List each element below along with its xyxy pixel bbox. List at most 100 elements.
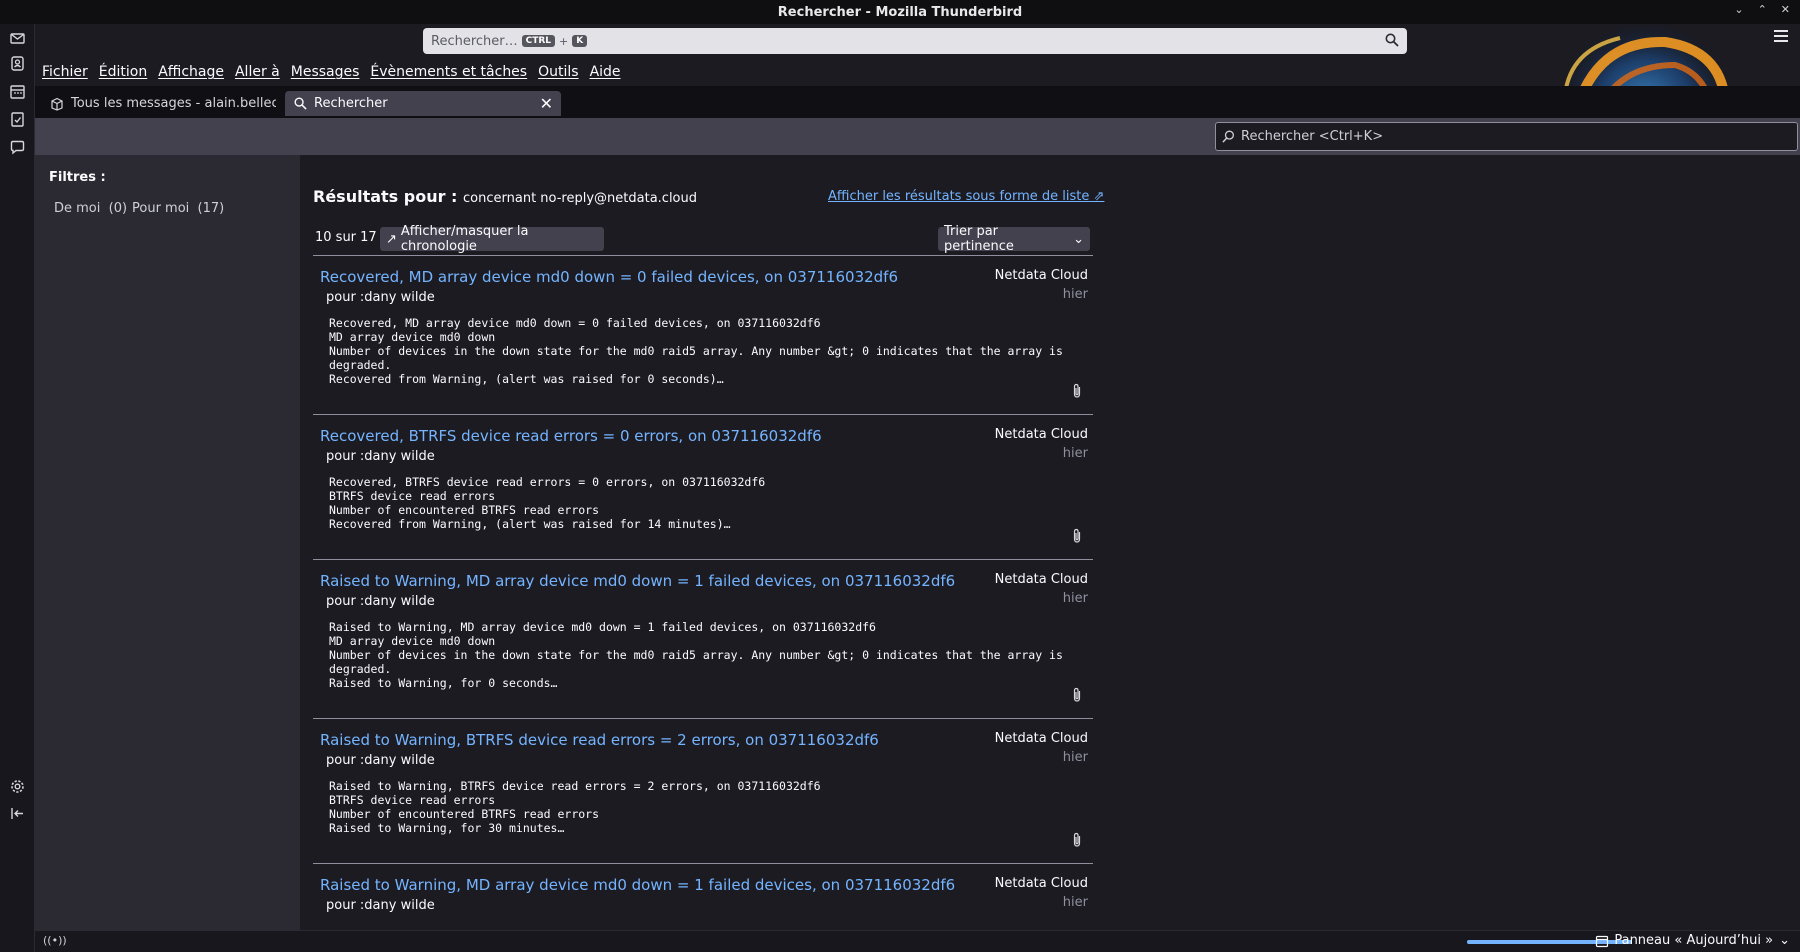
search-icon — [294, 97, 307, 110]
result-sender: Netdata Cloud — [994, 427, 1088, 442]
result-recipient: pour :dany wilde — [326, 898, 435, 913]
result-item[interactable]: Raised to Warning, MD array device md0 d… — [313, 863, 1093, 930]
result-date: hier — [1062, 287, 1088, 302]
result-recipient: pour :dany wilde — [326, 594, 435, 609]
local-search-input[interactable]: Rechercher <Ctrl+K> — [1215, 122, 1798, 151]
results-query: concernant no-reply@netdata.cloud — [463, 191, 697, 206]
search-results-pane: Résultats pour : concernant no-reply@net… — [300, 155, 1800, 930]
filter-to-me-count: (17) — [197, 201, 225, 216]
shortcut-key-ctrl: CTRL — [521, 35, 556, 47]
attachment-icon — [1071, 528, 1083, 544]
mail-icon[interactable] — [9, 30, 26, 47]
online-status-icon[interactable]: ((•)) — [43, 934, 67, 947]
result-item[interactable]: Raised to Warning, MD array device md0 d… — [313, 559, 1093, 718]
menu-outils[interactable]: Outils — [538, 64, 578, 80]
result-date: hier — [1062, 591, 1088, 606]
today-pane-toggle[interactable]: Panneau « Aujourd’hui » ⌄ — [1595, 933, 1790, 948]
close-tab-icon[interactable]: ✕ — [540, 94, 553, 113]
show-as-list-link[interactable]: Afficher les résultats sous forme de lis… — [828, 189, 1104, 204]
menu-aller-a[interactable]: Aller à — [235, 64, 280, 80]
local-search-placeholder: Rechercher <Ctrl+K> — [1241, 129, 1384, 144]
menubar: Fichier Édition Affichage Aller à Messag… — [35, 58, 632, 86]
menu-messages[interactable]: Messages — [291, 64, 360, 80]
app-menu-icon[interactable] — [1774, 30, 1788, 45]
menu-aide[interactable]: Aide — [590, 64, 621, 80]
result-subject[interactable]: Raised to Warning, MD array device md0 d… — [320, 876, 955, 894]
results-heading: Résultats pour : concernant no-reply@net… — [313, 187, 697, 206]
chevron-down-icon: ⌄ — [1779, 933, 1790, 948]
result-item[interactable]: Recovered, BTRFS device read errors = 0 … — [313, 414, 1093, 559]
filter-from-me[interactable]: De moi (0) — [54, 201, 127, 216]
attachment-icon — [1071, 832, 1083, 848]
attachment-icon — [1071, 687, 1083, 703]
minimize-icon[interactable]: ⌄ — [1734, 3, 1743, 16]
result-sender: Netdata Cloud — [994, 572, 1088, 587]
folder-box-icon — [50, 97, 64, 111]
sort-label: Trier par pertinence — [944, 224, 1014, 254]
maximize-icon[interactable]: ⌃ — [1758, 3, 1767, 16]
result-item[interactable]: Raised to Warning, BTRFS device read err… — [313, 718, 1093, 863]
attachment-icon — [1071, 383, 1083, 399]
show-as-list-label: Afficher les résultats sous forme de lis… — [828, 189, 1090, 204]
tab-search-label: Rechercher — [314, 96, 388, 111]
calendar-icon — [1595, 934, 1609, 948]
result-date: hier — [1062, 895, 1088, 910]
settings-gear-icon[interactable] — [9, 778, 26, 795]
chat-icon[interactable] — [9, 139, 26, 156]
menu-evenements[interactable]: Évènements et tâches — [370, 64, 527, 80]
status-bar: ((•)) Panneau « Aujourd’hui » ⌄ — [35, 930, 1800, 952]
results-count: 10 sur 17 — [315, 230, 377, 245]
toggle-timeline-label: Afficher/masquer la chronologie — [400, 224, 529, 254]
result-subject[interactable]: Raised to Warning, MD array device md0 d… — [320, 572, 955, 590]
today-pane-label: Panneau « Aujourd’hui » — [1614, 933, 1774, 948]
calendar-icon[interactable] — [9, 83, 26, 100]
result-recipient: pour :dany wilde — [326, 753, 435, 768]
results-heading-label: Résultats pour : — [313, 187, 458, 206]
global-search-bar[interactable]: Rechercher… CTRL + K — [423, 28, 1407, 54]
result-sender: Netdata Cloud — [994, 876, 1088, 891]
window-title: Rechercher - Mozilla Thunderbird — [777, 4, 1023, 20]
shortcut-plus: + — [559, 34, 569, 48]
menu-fichier[interactable]: Fichier — [42, 64, 88, 80]
result-snippet: Recovered, MD array device md0 down = 0 … — [329, 316, 1063, 386]
search-toolbar: Rechercher <Ctrl+K> — [35, 118, 1800, 155]
filter-from-me-count: (0) — [108, 201, 128, 216]
chevron-down-icon: ⌄ — [1073, 231, 1084, 247]
filter-to-me[interactable]: Pour moi (17) — [132, 201, 224, 216]
tasks-icon[interactable] — [9, 111, 26, 128]
search-icon[interactable] — [1385, 33, 1399, 51]
result-snippet: Raised to Warning, BTRFS device read err… — [329, 779, 821, 835]
result-recipient: pour :dany wilde — [326, 449, 435, 464]
toggle-timeline-button[interactable]: ↗ Afficher/masquer la chronologie — [380, 224, 604, 254]
window-titlebar: Rechercher - Mozilla Thunderbird ⌄ ⌃ ✕ — [0, 0, 1800, 24]
collapse-spaces-icon[interactable] — [9, 805, 26, 822]
result-item[interactable]: Recovered, MD array device md0 down = 0 … — [313, 255, 1093, 414]
filter-from-me-label: De moi — [54, 201, 101, 216]
result-date: hier — [1062, 750, 1088, 765]
result-subject[interactable]: Raised to Warning, BTRFS device read err… — [320, 731, 879, 749]
result-subject[interactable]: Recovered, BTRFS device read errors = 0 … — [320, 427, 822, 445]
trend-icon: ↗ — [386, 231, 397, 247]
result-snippet: Raised to Warning, MD array device md0 d… — [329, 620, 1063, 690]
filter-to-me-label: Pour moi — [132, 201, 190, 216]
tab-bar: Tous les messages - alain.bellec8 Recher… — [35, 86, 1800, 118]
menu-affichage[interactable]: Affichage — [158, 64, 224, 80]
spaces-toolbar — [0, 24, 35, 952]
tab-all-messages[interactable]: Tous les messages - alain.bellec8 — [41, 91, 276, 116]
tab-search[interactable]: Rechercher ✕ — [285, 91, 561, 116]
shortcut-key-k: K — [572, 35, 588, 47]
filters-sidebar: Filtres : De moi (0) Pour moi (17) — [35, 155, 300, 930]
tab-all-messages-label: Tous les messages - alain.bellec8 — [71, 96, 276, 111]
result-sender: Netdata Cloud — [994, 731, 1088, 746]
close-window-icon[interactable]: ✕ — [1781, 3, 1790, 16]
unified-toolbar: Rechercher… CTRL + K — [35, 24, 1800, 58]
external-link-icon: ⇗ — [1093, 189, 1105, 204]
sort-button[interactable]: Trier par pertinence ⌄ — [938, 224, 1090, 254]
result-sender: Netdata Cloud — [994, 268, 1088, 283]
result-snippet: Recovered, BTRFS device read errors = 0 … — [329, 475, 766, 531]
result-subject[interactable]: Recovered, MD array device md0 down = 0 … — [320, 268, 898, 286]
global-search-placeholder: Rechercher… — [431, 33, 518, 49]
menu-edition[interactable]: Édition — [99, 64, 147, 80]
address-book-icon[interactable] — [9, 55, 26, 72]
result-recipient: pour :dany wilde — [326, 290, 435, 305]
